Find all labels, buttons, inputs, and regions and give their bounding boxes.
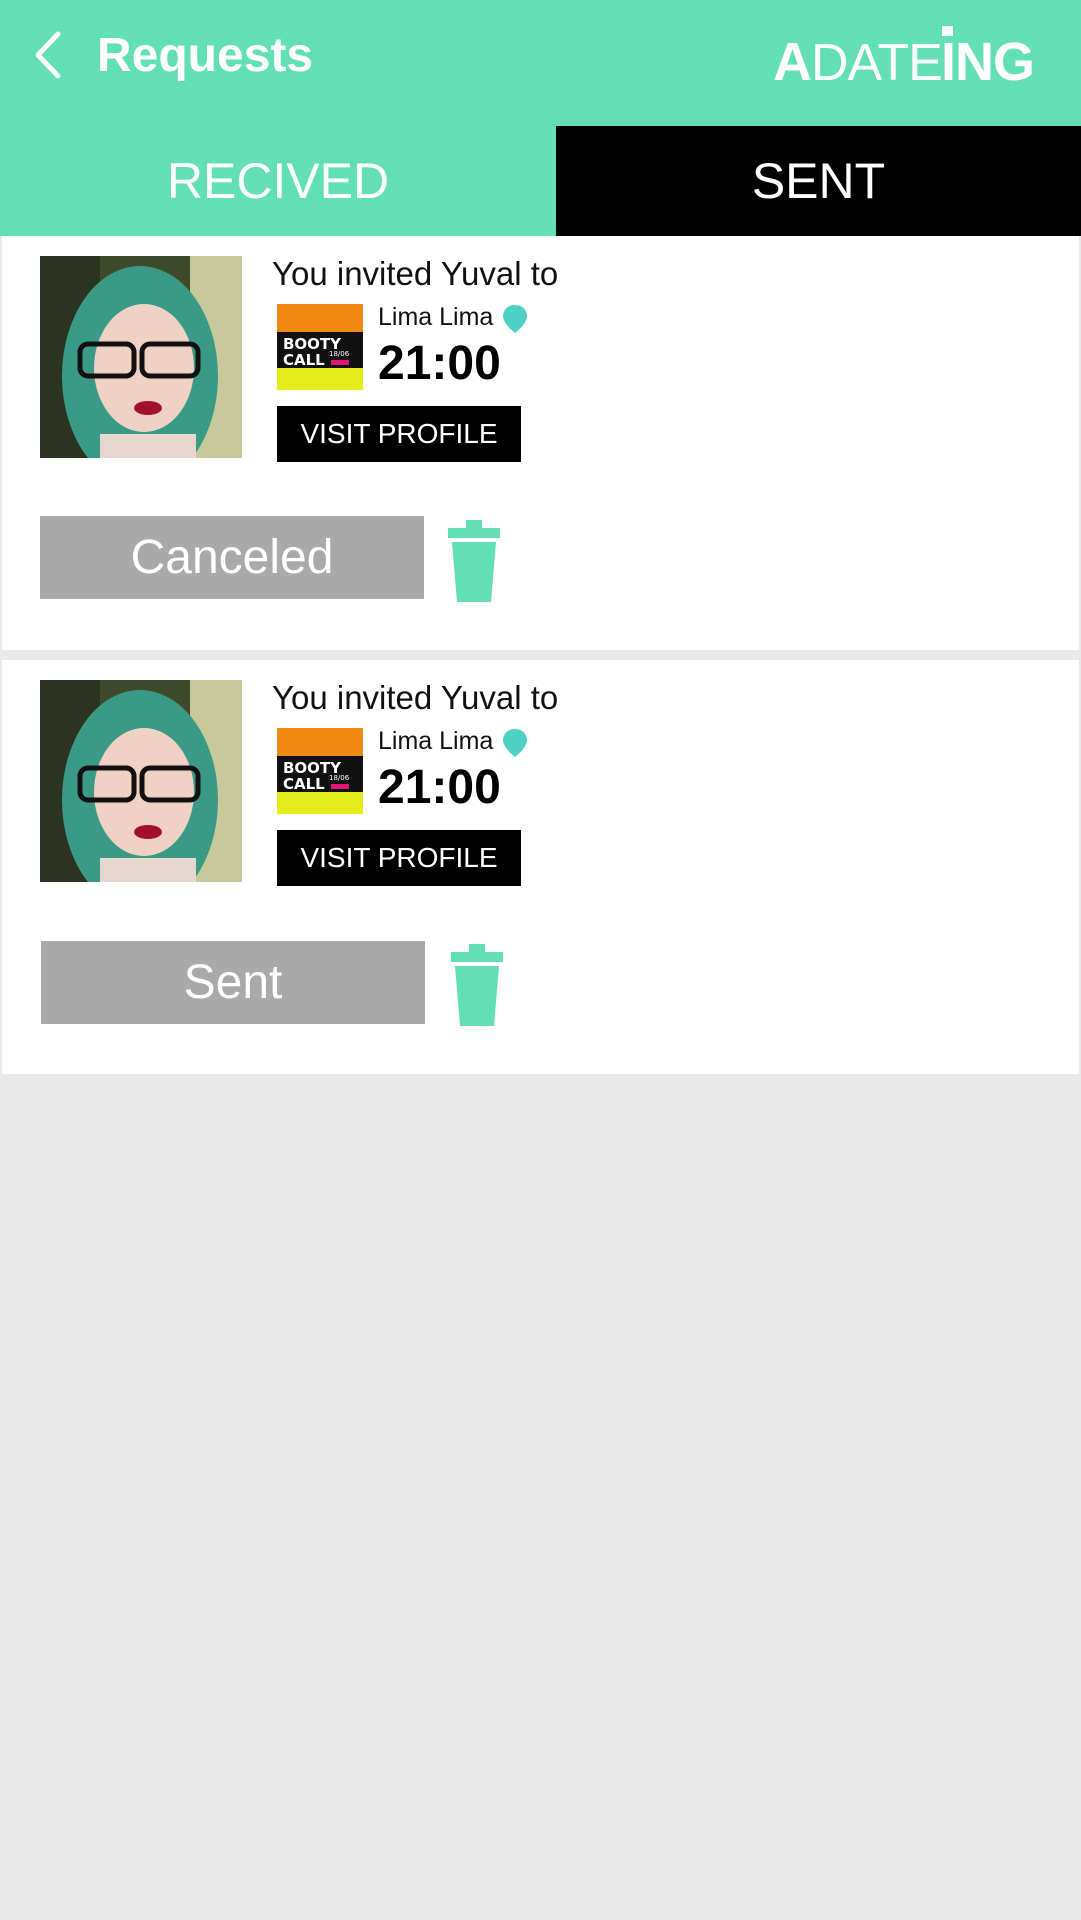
- avatar[interactable]: [40, 256, 242, 458]
- venue-name: Lima Lima: [378, 727, 494, 755]
- location-pin-icon: [503, 729, 527, 757]
- svg-text:18/06: 18/06: [329, 350, 350, 358]
- trash-icon[interactable]: [448, 520, 500, 602]
- request-tabs: RECIVED SENT: [0, 126, 1081, 236]
- request-card: You invited Yuval to BOOTY CALL 18/06 Li…: [2, 660, 1079, 1074]
- svg-text:CALL: CALL: [283, 775, 325, 793]
- event-time: 21:00: [378, 761, 501, 814]
- svg-text:ING: ING: [941, 32, 1033, 92]
- chevron-left-icon[interactable]: [28, 28, 72, 82]
- app-logo: A DATE ING: [773, 24, 1035, 94]
- trash-icon[interactable]: [451, 944, 503, 1026]
- request-card: You invited Yuval to BOOTY CALL 18/06 Li…: [2, 236, 1079, 650]
- avatar[interactable]: [40, 680, 242, 882]
- svg-text:CALL: CALL: [283, 351, 325, 369]
- tab-sent[interactable]: SENT: [556, 126, 1081, 236]
- event-thumbnail[interactable]: BOOTY CALL 18/06: [277, 728, 363, 814]
- svg-text:18/06: 18/06: [329, 774, 350, 782]
- event-time: 21:00: [378, 337, 501, 390]
- invite-text: You invited Yuval to: [272, 255, 559, 292]
- venue-name: Lima Lima: [378, 303, 494, 331]
- page-title: Requests: [97, 29, 314, 82]
- app-header: Requests A DATE ING: [0, 0, 1081, 126]
- visit-profile-button[interactable]: VISIT PROFILE: [277, 830, 521, 886]
- tab-received[interactable]: RECIVED: [0, 126, 556, 236]
- event-thumbnail[interactable]: BOOTY CALL 18/06: [277, 304, 363, 390]
- svg-text:A: A: [773, 32, 811, 92]
- status-badge: Canceled: [40, 516, 424, 599]
- invite-text: You invited Yuval to: [272, 679, 559, 716]
- status-badge: Sent: [41, 941, 425, 1024]
- svg-text:DATE: DATE: [811, 34, 942, 92]
- visit-profile-button[interactable]: VISIT PROFILE: [277, 406, 521, 462]
- location-pin-icon: [503, 305, 527, 333]
